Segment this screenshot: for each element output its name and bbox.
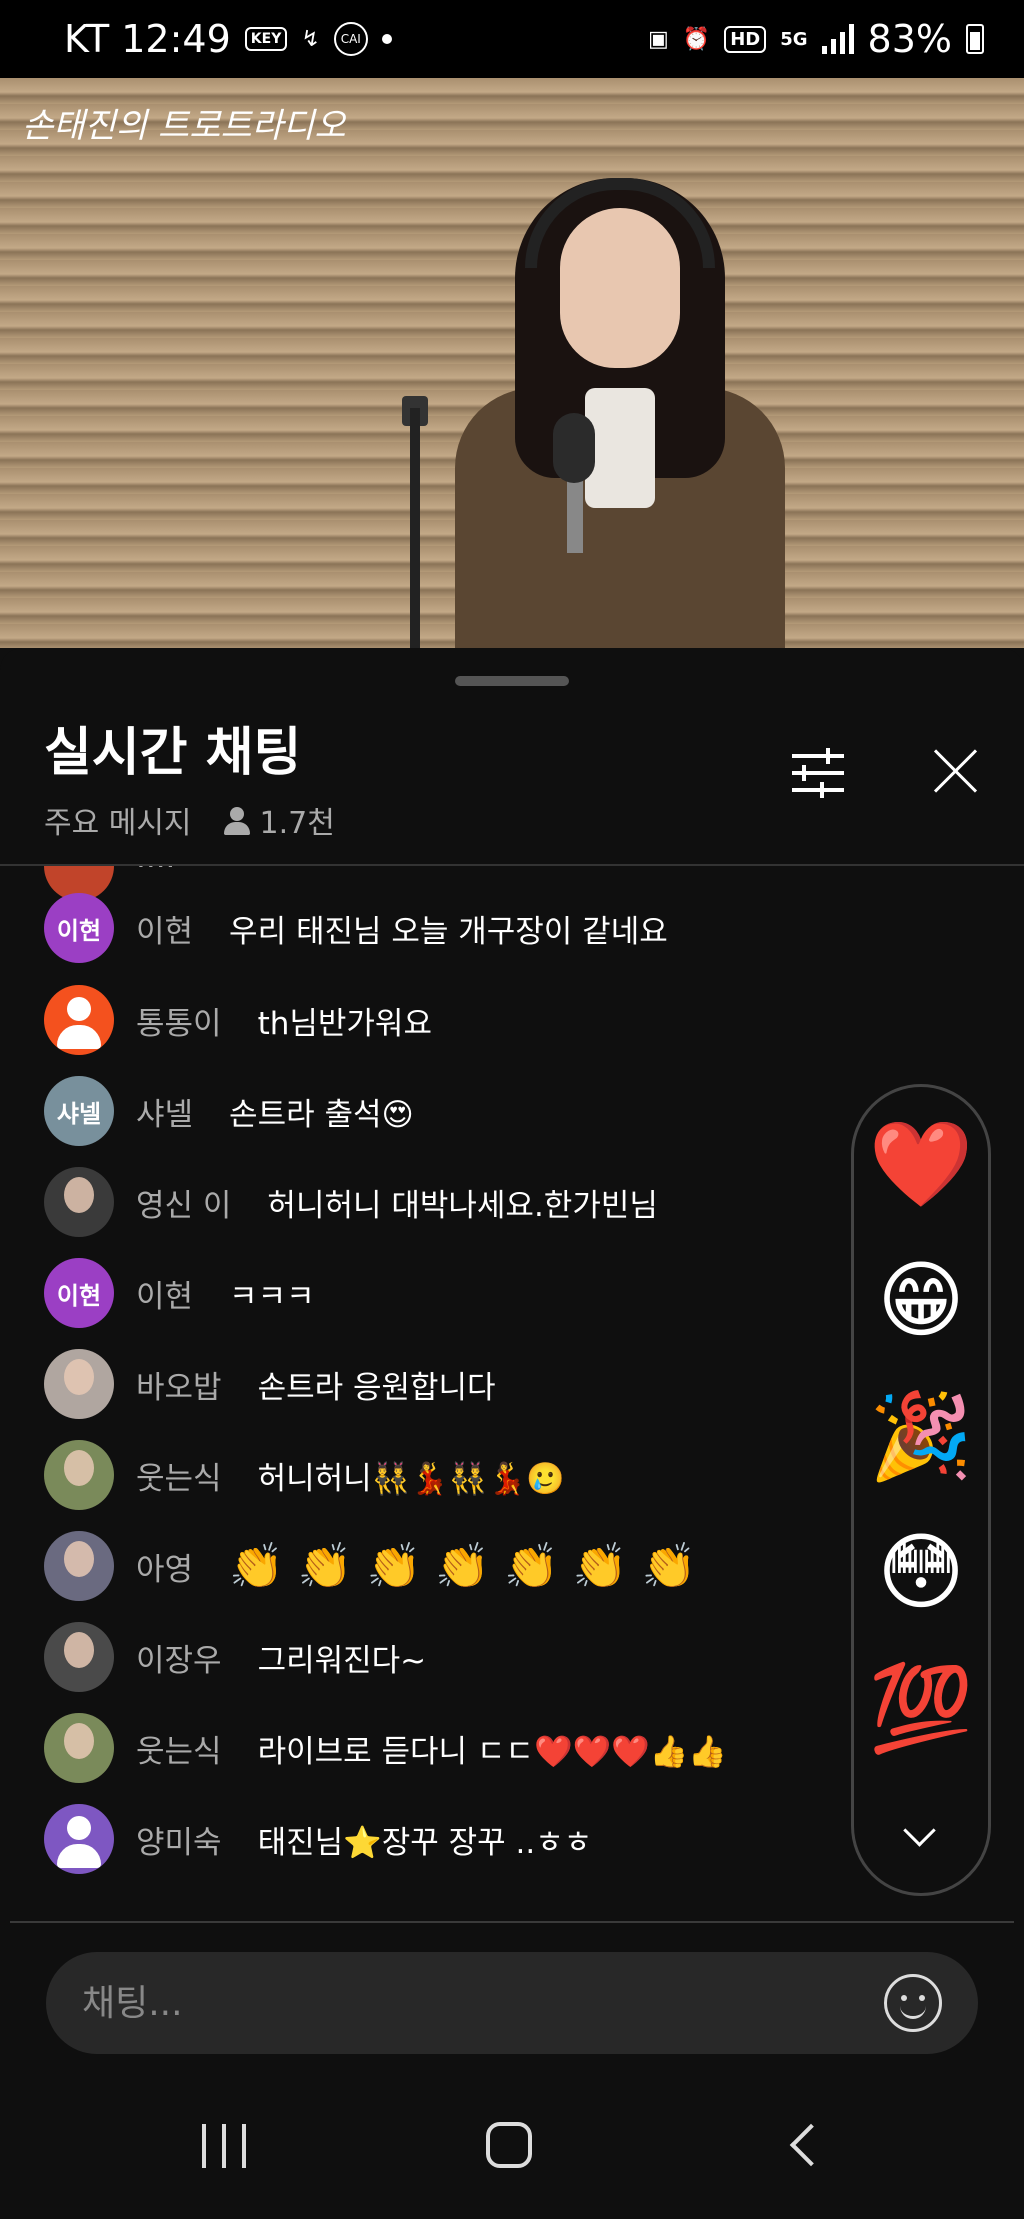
chat-message[interactable]: 이장우 그리워진다~	[44, 1621, 426, 1693]
close-icon[interactable]	[930, 746, 980, 796]
message-text: 그리워진다~	[257, 1642, 427, 1679]
battery-percent: 83%	[867, 17, 952, 61]
battery-icon	[966, 24, 984, 54]
message-author: 아영	[136, 1551, 194, 1588]
flushed-face-reaction-button[interactable]: 😳	[854, 1523, 988, 1621]
avatar: 이현	[44, 893, 114, 963]
chat-message[interactable]: 영신 이 허니허니 대박나세요.한가빈님	[44, 1166, 658, 1238]
cai-icon: CAI	[333, 22, 368, 56]
chat-mode-label[interactable]: 주요 메시지	[44, 798, 192, 842]
avatar	[44, 1713, 114, 1783]
avatar	[44, 1622, 114, 1692]
avatar: 샤넬	[44, 1076, 114, 1146]
avatar: 이현	[44, 1258, 114, 1328]
viewers-icon	[222, 805, 252, 835]
viewer-count: 1.7천	[222, 798, 335, 842]
recent-apps-icon[interactable]	[200, 2124, 248, 2168]
battery-saver-icon: ▣	[648, 26, 669, 52]
chat-message[interactable]: 아영 👏 👏 👏 👏 👏 👏 👏	[44, 1530, 696, 1602]
chat-subtitle: 주요 메시지 1.7천	[44, 798, 335, 842]
network-5g-icon: 5G	[780, 28, 808, 50]
heart-reaction-button[interactable]: ❤️	[854, 1115, 988, 1214]
signal-icon	[821, 24, 854, 54]
mic-stand	[410, 408, 420, 648]
drag-handle[interactable]	[455, 676, 569, 686]
filter-settings-button[interactable]	[790, 748, 846, 798]
sync-icon: ↯	[301, 26, 320, 52]
home-icon[interactable]	[486, 2122, 532, 2168]
message-author: 웃는식	[136, 1733, 222, 1770]
message-author: 샤넬	[136, 1096, 194, 1133]
avatar	[44, 1167, 114, 1237]
avatar	[44, 985, 114, 1055]
message-text: 손트라 응원합니다	[257, 1369, 496, 1406]
message-author: ····	[136, 866, 176, 884]
avatar	[44, 1349, 114, 1419]
party-popper-reaction-button[interactable]: 🎉	[854, 1387, 988, 1486]
back-icon[interactable]	[786, 2126, 820, 2160]
hd-icon: HD	[724, 25, 767, 53]
alarm-icon: ⏰	[682, 26, 711, 52]
grin-reaction-button[interactable]: 😁	[854, 1251, 988, 1349]
message-text: 허니허니👯‍♂️💃👯‍♂️💃🥲	[257, 1460, 565, 1497]
message-text: 허니허니 대박나세요.한가빈님	[267, 1187, 658, 1224]
message-text: 우리 태진님 오늘 개구장이 같네요	[229, 913, 668, 950]
message-text: th님반가워요	[257, 1005, 432, 1042]
chat-message[interactable]: 웃는식 라이브로 듣다니 ㄷㄷ❤️❤️❤️👍👍	[44, 1712, 727, 1784]
message-author: 웃는식	[136, 1460, 222, 1497]
message-text: ㅋㅋㅋ	[229, 1278, 315, 1315]
notification-dot-icon	[381, 34, 392, 44]
chat-message[interactable]: 바오밥 손트라 응원합니다	[44, 1348, 496, 1420]
message-text: 라이브로 듣다니 ㄷㄷ❤️❤️❤️👍👍	[257, 1733, 727, 1770]
chat-title: 실시간 채팅	[44, 723, 302, 783]
hundred-points-reaction-button[interactable]: 💯	[854, 1659, 988, 1758]
chat-message[interactable]: 샤넬 샤넬 손트라 출석😍	[44, 1075, 414, 1147]
viewer-count-value: 1.7천	[259, 806, 335, 841]
avatar	[44, 1440, 114, 1510]
video-player[interactable]: 손태진의 트로트라디오	[0, 78, 1024, 648]
chat-message[interactable]: 이현 이현 우리 태진님 오늘 개구장이 같네요	[44, 892, 668, 964]
video-host	[455, 138, 785, 648]
input-divider	[10, 1921, 1014, 1923]
avatar	[44, 1804, 114, 1874]
carrier-time: KT 12:49	[64, 17, 231, 61]
message-author: 이현	[136, 913, 194, 950]
chat-input[interactable]	[82, 1982, 884, 2024]
chat-message[interactable]: 양미숙 태진님⭐장꾸 장꾸 ..ㅎㅎ	[44, 1803, 592, 1875]
message-author: 바오밥	[136, 1369, 222, 1406]
avatar	[44, 1531, 114, 1601]
message-text: 손트라 출석😍	[229, 1096, 414, 1133]
key-icon: KEY	[244, 27, 288, 51]
message-author: 양미숙	[136, 1824, 222, 1861]
emoji-icon[interactable]	[884, 1974, 942, 2032]
chevron-down-icon[interactable]	[902, 1817, 938, 1853]
message-author: 통통이	[136, 1005, 222, 1042]
message-author: 이장우	[136, 1642, 222, 1679]
chat-input-bar	[46, 1952, 978, 2054]
message-text: 태진님⭐장꾸 장꾸 ..ㅎㅎ	[257, 1824, 593, 1861]
system-nav-bar	[0, 2100, 1024, 2219]
chat-message-list[interactable]: ···· 이현 이현 우리 태진님 오늘 개구장이 같네요 통통이 th님반가워…	[0, 866, 830, 1926]
message-text: 👏 👏 👏 👏 👏 👏 👏	[229, 1541, 697, 1592]
reaction-tray: ❤️ 😁 🎉 😳 💯	[851, 1084, 991, 1896]
message-author: 영신 이	[136, 1187, 232, 1224]
live-chat-panel: 실시간 채팅 주요 메시지 1.7천 ···· 이현 이현 우리 태진님 오늘 …	[0, 648, 1024, 2219]
chat-message[interactable]: 통통이 th님반가워요	[44, 984, 432, 1056]
status-bar: KT 12:49 KEY ↯ CAI ▣ ⏰ HD 5G 83%	[0, 0, 1024, 78]
chat-message[interactable]: 이현 이현 ㅋㅋㅋ	[44, 1257, 315, 1329]
message-author: 이현	[136, 1278, 194, 1315]
program-logo: 손태진의 트로트라디오	[22, 106, 346, 146]
chat-message[interactable]: 웃는식 허니허니👯‍♂️💃👯‍♂️💃🥲	[44, 1439, 565, 1511]
